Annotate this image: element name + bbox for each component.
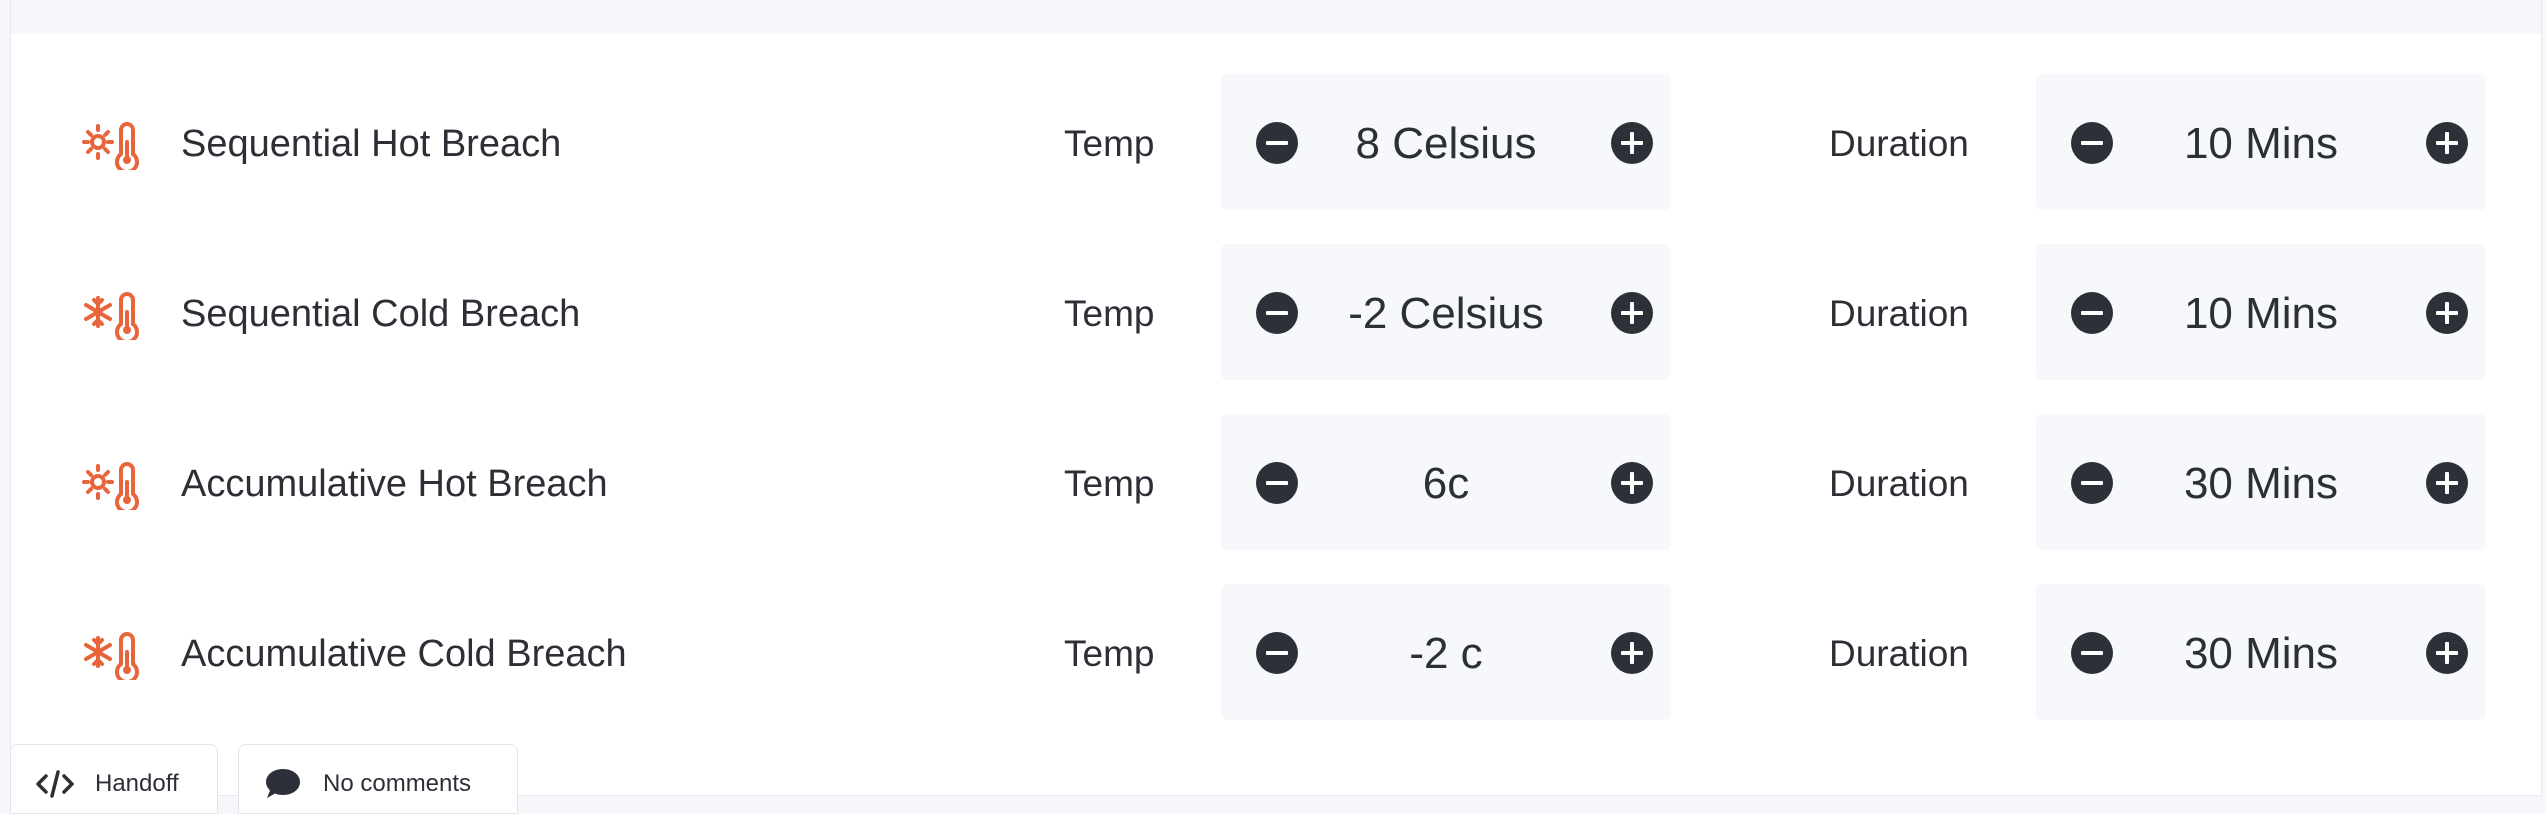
temp-label: Temp xyxy=(1064,463,1155,504)
comments-tab[interactable]: No comments xyxy=(238,744,518,814)
code-icon xyxy=(35,767,75,801)
increase-duration-button[interactable] xyxy=(2426,292,2468,334)
decrease-temp-button[interactable] xyxy=(1256,122,1298,164)
decrease-duration-button[interactable] xyxy=(2071,292,2113,334)
increase-duration-button[interactable] xyxy=(2426,632,2468,674)
temp-value: -2 c xyxy=(1409,629,1483,678)
increase-temp-button[interactable] xyxy=(1611,632,1653,674)
duration-stepper: 30 Mins xyxy=(2036,584,2486,720)
temp-value: 8 Celsius xyxy=(1355,119,1537,168)
increase-duration-button[interactable] xyxy=(2426,462,2468,504)
breach-name: Sequential Hot Breach xyxy=(181,123,562,165)
comments-tab-label: No comments xyxy=(323,770,472,797)
comment-bubble-icon xyxy=(263,767,303,801)
duration-stepper: 10 Mins xyxy=(2036,74,2486,210)
decrease-temp-button[interactable] xyxy=(1256,632,1298,674)
hot-thermometer-icon xyxy=(81,460,141,510)
duration-label: Duration xyxy=(1829,293,1969,334)
temp-value: -2 Celsius xyxy=(1348,289,1544,338)
breach-name: Accumulative Cold Breach xyxy=(181,633,627,675)
duration-value: 10 Mins xyxy=(2183,289,2339,338)
decrease-temp-button[interactable] xyxy=(1256,292,1298,334)
duration-value: 30 Mins xyxy=(2183,459,2339,508)
breach-row-accumulative-hot: Accumulative Hot Breach Temp 6c Duration… xyxy=(11,414,2541,550)
decrease-temp-button[interactable] xyxy=(1256,462,1298,504)
handoff-tab-label: Handoff xyxy=(95,770,179,797)
temp-label: Temp xyxy=(1064,633,1155,674)
breach-name: Accumulative Hot Breach xyxy=(181,463,608,505)
duration-label: Duration xyxy=(1829,633,1969,674)
duration-label: Duration xyxy=(1829,123,1969,164)
duration-value: 30 Mins xyxy=(2183,629,2339,678)
temp-stepper: -2 c xyxy=(1221,584,1671,720)
breach-row-sequential-cold: Sequential Cold Breach Temp -2 Celsius D… xyxy=(11,244,2541,380)
duration-label: Duration xyxy=(1829,463,1969,504)
handoff-tab[interactable]: Handoff xyxy=(10,744,218,814)
decrease-duration-button[interactable] xyxy=(2071,462,2113,504)
hot-thermometer-icon xyxy=(81,120,141,170)
increase-duration-button[interactable] xyxy=(2426,122,2468,164)
temp-value: 6c xyxy=(1422,459,1470,508)
breach-settings-panel: Sequential Hot Breach Temp 8 Celsius Dur… xyxy=(10,0,2542,796)
temp-stepper: 6c xyxy=(1221,414,1671,550)
breach-row-sequential-hot: Sequential Hot Breach Temp 8 Celsius Dur… xyxy=(11,74,2541,210)
increase-temp-button[interactable] xyxy=(1611,462,1653,504)
duration-stepper: 10 Mins xyxy=(2036,244,2486,380)
duration-value: 10 Mins xyxy=(2183,119,2339,168)
breach-row-accumulative-cold: Accumulative Cold Breach Temp -2 c Durat… xyxy=(11,584,2541,720)
decrease-duration-button[interactable] xyxy=(2071,632,2113,674)
temp-stepper: -2 Celsius xyxy=(1221,244,1671,380)
temp-label: Temp xyxy=(1064,123,1155,164)
duration-stepper: 30 Mins xyxy=(2036,414,2486,550)
temp-label: Temp xyxy=(1064,293,1155,334)
breach-name: Sequential Cold Breach xyxy=(181,293,581,335)
cold-thermometer-icon xyxy=(81,630,141,680)
increase-temp-button[interactable] xyxy=(1611,292,1653,334)
panel-top-band xyxy=(11,0,2541,34)
increase-temp-button[interactable] xyxy=(1611,122,1653,164)
cold-thermometer-icon xyxy=(81,290,141,340)
decrease-duration-button[interactable] xyxy=(2071,122,2113,164)
temp-stepper: 8 Celsius xyxy=(1221,74,1671,210)
